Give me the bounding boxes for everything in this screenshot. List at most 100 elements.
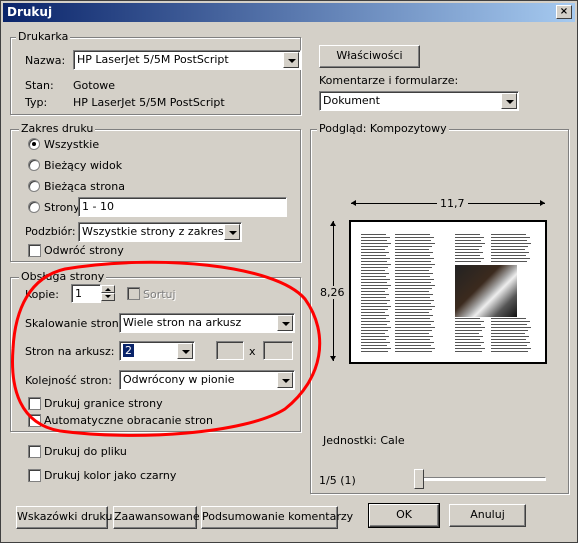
preview-text-line <box>491 333 525 334</box>
arrow-up-icon[interactable] <box>101 285 115 293</box>
reverse-pages-label[interactable]: Odwróć strony <box>44 244 124 257</box>
range-group-title: Zakres druku <box>19 122 96 135</box>
preview-text-line <box>361 249 385 250</box>
preview-text-line <box>491 330 528 331</box>
scaling-label: Skalowanie strony: <box>25 317 129 330</box>
pages-per-sheet-value: 2 <box>123 344 134 357</box>
preview-text-line <box>361 339 386 340</box>
preview-text-line <box>455 348 485 349</box>
print-tips-button[interactable]: Wskazówki druku <box>16 506 112 529</box>
range-current-page-label[interactable]: Bieżąca strona <box>44 180 125 193</box>
preview-text-line <box>361 303 387 304</box>
preview-text-line <box>361 336 389 337</box>
preview-text-line <box>455 249 479 250</box>
preview-text-line <box>455 336 483 337</box>
comments-label: Komentarze i formularze: <box>319 74 459 87</box>
preview-text-line <box>395 291 429 292</box>
properties-button[interactable]: Właściwości <box>319 45 420 68</box>
ok-button[interactable]: OK <box>368 503 440 528</box>
preview-text-line <box>395 294 433 295</box>
preview-text-line <box>395 243 435 244</box>
preview-text-line <box>395 288 432 289</box>
auto-rotate-label[interactable]: Automatyczne obracanie stron <box>44 414 213 427</box>
preview-text-line <box>491 252 529 253</box>
copies-input[interactable]: 1 <box>71 284 101 303</box>
collate-checkbox[interactable] <box>127 287 140 300</box>
reverse-pages-checkbox[interactable] <box>28 244 41 257</box>
subset-select[interactable]: Wszystkie strony z zakresu <box>78 222 242 242</box>
preview-text-line <box>361 333 385 334</box>
preview-text-line <box>395 318 430 319</box>
rows-input[interactable] <box>263 341 293 360</box>
preview-text-line <box>361 321 390 322</box>
print-to-file-checkbox[interactable] <box>28 445 41 458</box>
preview-text-line <box>455 321 484 322</box>
preview-text-line <box>395 315 433 316</box>
chevron-down-icon[interactable] <box>501 93 517 109</box>
range-current-view-label[interactable]: Bieżący widok <box>44 159 122 172</box>
preview-text-line <box>361 318 386 319</box>
comments-select[interactable]: Dokument <box>319 91 519 111</box>
pages-per-sheet-select[interactable]: 2 <box>119 341 195 361</box>
page-indicator: 1/5 (1) <box>319 474 356 487</box>
range-current-view-radio[interactable] <box>28 159 40 171</box>
preview-text-line <box>455 243 485 244</box>
range-all-label[interactable]: Wszystkie <box>44 138 99 151</box>
preview-text-line <box>361 342 390 343</box>
preview-text-line <box>491 261 527 262</box>
preview-text-line <box>395 336 433 337</box>
comments-summary-button[interactable]: Podsumowanie komentarzy <box>201 506 353 529</box>
preview-text-line <box>455 345 481 346</box>
preview-text-line <box>395 333 429 334</box>
preview-text-line <box>361 258 390 259</box>
preview-slider-track[interactable] <box>414 477 546 481</box>
scaling-select[interactable]: Wiele stron na arkusz <box>119 313 295 333</box>
chevron-down-icon[interactable] <box>177 343 193 359</box>
preview-text-line <box>395 303 431 304</box>
arrow-down-icon[interactable] <box>101 293 115 301</box>
preview-page <box>349 220 547 364</box>
print-borders-checkbox[interactable] <box>28 397 41 410</box>
comments-value: Dokument <box>323 94 380 107</box>
printer-name-label: Nazwa: <box>25 54 66 67</box>
window-title: Drukuj <box>7 5 53 19</box>
preview-text-line <box>361 240 387 241</box>
preview-text-line <box>395 234 430 235</box>
close-button[interactable]: × <box>556 5 572 19</box>
copies-stepper[interactable] <box>101 285 115 302</box>
columns-input[interactable] <box>216 341 244 360</box>
preview-slider-thumb[interactable] <box>414 469 424 489</box>
range-pages-label[interactable]: Strony <box>44 201 80 214</box>
advanced-button[interactable]: Zaawansowane <box>113 506 200 529</box>
chevron-down-icon[interactable] <box>283 52 299 68</box>
cancel-button[interactable]: Anuluj <box>449 504 526 527</box>
preview-text-line <box>491 342 530 343</box>
preview-text-line <box>395 321 434 322</box>
range-current-page-radio[interactable] <box>28 180 40 192</box>
chevron-down-icon[interactable] <box>277 372 293 388</box>
preview-text-line <box>395 255 430 256</box>
preview-text-line <box>395 297 430 298</box>
preview-text-line <box>491 339 526 340</box>
printer-status-value: Gotowe <box>73 79 116 92</box>
printer-name-select[interactable]: HP LaserJet 5/5M PostScript <box>73 50 301 70</box>
print-color-black-checkbox[interactable] <box>28 469 41 482</box>
preview-text-line <box>395 276 430 277</box>
preview-text-line <box>395 306 435 307</box>
preview-text-line <box>361 255 386 256</box>
print-color-black-label[interactable]: Drukuj kolor jako czarny <box>44 469 176 482</box>
pages-input[interactable]: 1 - 10 <box>78 197 287 217</box>
preview-text-line <box>395 339 430 340</box>
page-order-select[interactable]: Odwrócony w pionie <box>119 370 295 390</box>
range-pages-radio[interactable] <box>28 201 40 213</box>
print-to-file-label[interactable]: Drukuj do pliku <box>44 445 127 458</box>
title-bar: Drukuj × <box>3 3 575 22</box>
preview-text-line <box>395 282 431 283</box>
print-borders-label[interactable]: Drukuj granice strony <box>44 397 163 410</box>
chevron-down-icon[interactable] <box>277 315 293 331</box>
range-all-radio[interactable] <box>28 138 40 150</box>
preview-text-line <box>491 237 530 238</box>
preview-text-line <box>395 240 431 241</box>
chevron-down-icon[interactable] <box>224 224 240 240</box>
auto-rotate-checkbox[interactable] <box>28 414 41 427</box>
